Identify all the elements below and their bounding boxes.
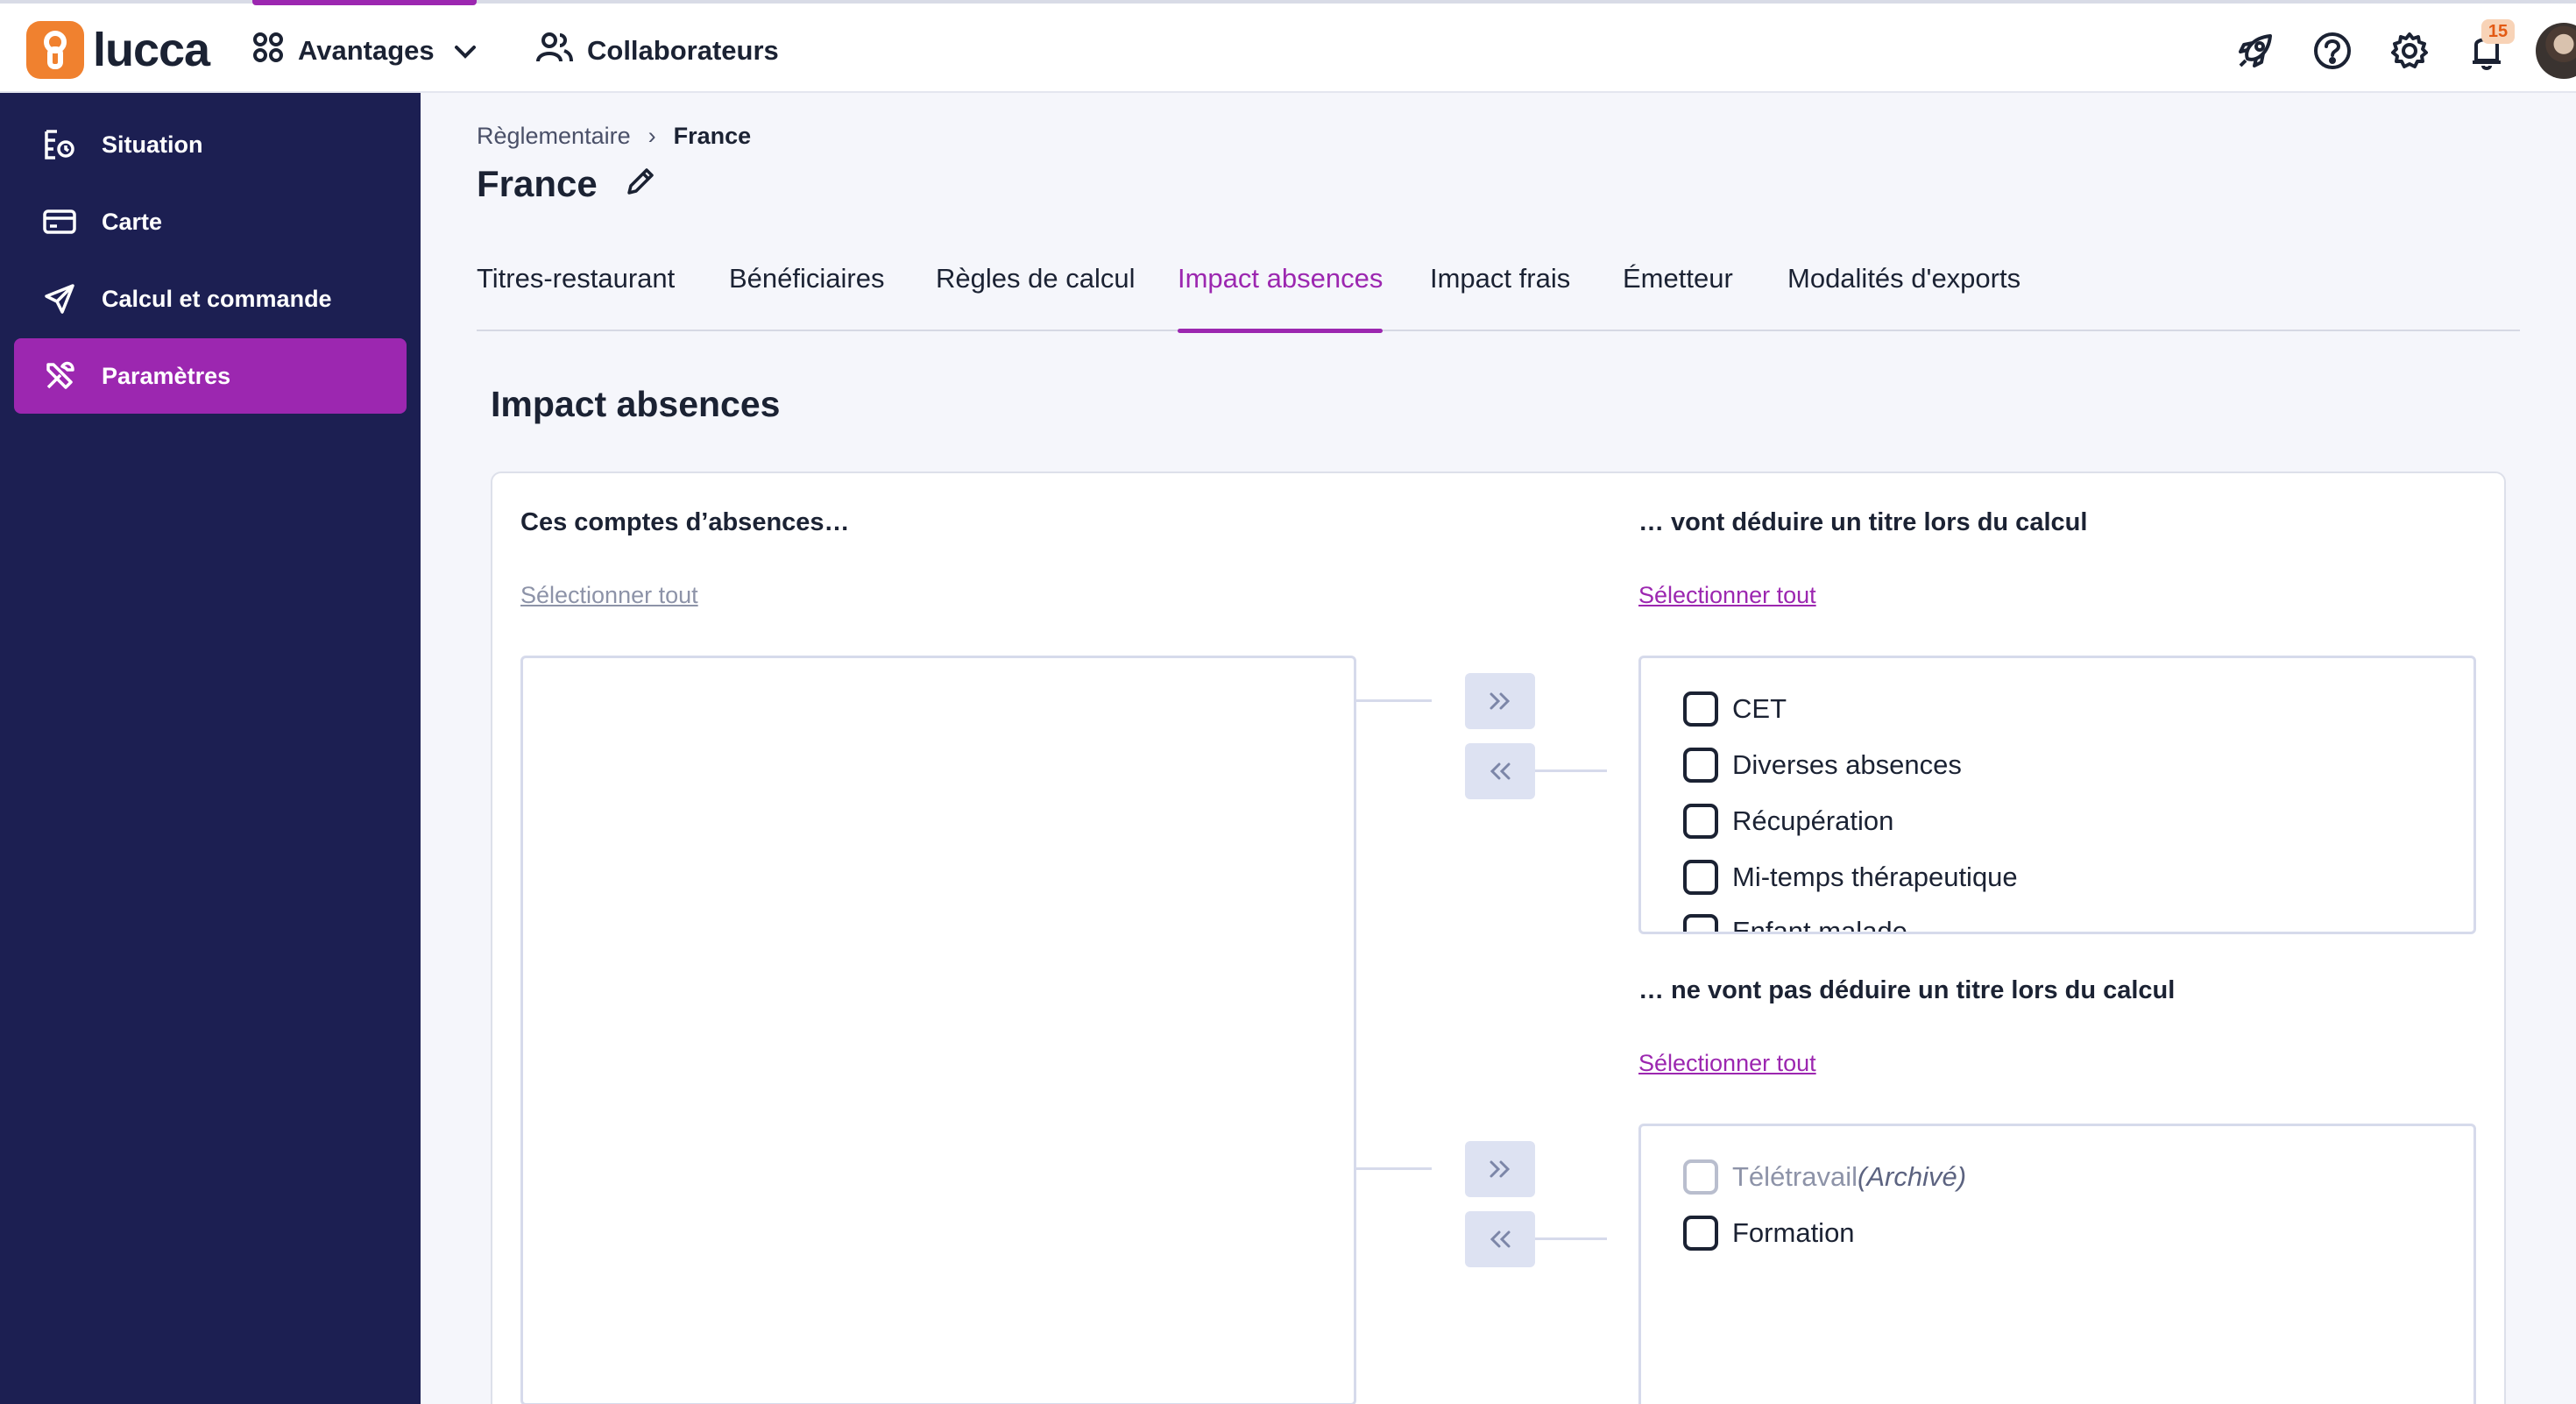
list-item[interactable]: Formation [1683,1214,1855,1252]
apps-grid-icon [252,32,284,70]
gear-icon[interactable] [2381,23,2438,79]
users-icon [536,32,573,70]
archived-tag: (Archivé) [1858,1161,1967,1192]
connector-line [1535,769,1607,772]
chevron-down-icon [454,35,477,67]
move-from-nodeduct-button[interactable] [1465,1211,1535,1267]
page-title-row: France [477,163,655,205]
bell-icon[interactable]: 15 [2459,19,2515,79]
sidebar-item-calcul[interactable]: Calcul et commande [14,261,407,337]
list-item-label: Télétravail [1732,1161,1858,1192]
checkbox[interactable] [1683,860,1718,895]
lucca-logo[interactable]: lucca [26,21,210,79]
tab-impact-absences[interactable]: Impact absences [1178,263,1384,333]
list-item-label: Enfant malade [1732,916,1907,934]
rocket-icon[interactable] [2227,23,2283,79]
breadcrumb-parent[interactable]: Règlementaire [477,123,631,150]
checkbox[interactable] [1683,748,1718,783]
source-accounts-title: Ces comptes d’absences… [520,508,850,536]
lucca-logo-icon [26,21,84,79]
situation-icon [42,127,77,162]
user-avatar[interactable] [2536,23,2576,79]
deduct-accounts-list[interactable]: CET Diverses absences Récupération Mi-te… [1638,656,2476,934]
nav-avantages[interactable]: Avantages [252,0,477,79]
edit-pencil-icon[interactable] [624,167,655,202]
list-item[interactable]: Enfant malade [1683,912,1907,934]
send-icon [42,281,77,316]
nav-collaborateurs-label: Collaborateurs [587,35,779,66]
tools-icon [42,358,77,394]
sidebar-item-label: Situation [102,131,203,158]
list-item[interactable]: Télétravail (Archivé) [1683,1158,1966,1196]
chevrons-right-icon [1490,692,1511,710]
sidebar-item-carte[interactable]: Carte [14,184,407,259]
checkbox[interactable] [1683,914,1718,932]
connector-line [1535,1237,1607,1240]
breadcrumb-current: France [673,123,752,149]
list-item-label: Récupération [1732,805,1894,836]
avatar-image [2536,23,2576,79]
list-item-label: Diverses absences [1732,749,1962,780]
logo-text: lucca [93,24,210,76]
list-item[interactable]: CET [1683,690,1787,728]
move-to-deduct-button[interactable] [1465,673,1535,729]
tab-impact-frais[interactable]: Impact frais [1430,263,1570,331]
card-icon [42,204,77,239]
checkbox[interactable] [1683,804,1718,839]
deduct-select-all-link[interactable]: Sélectionner tout [1638,582,1816,609]
chevrons-left-icon [1490,762,1511,780]
list-item[interactable]: Mi-temps thérapeutique [1683,858,2018,897]
nav-collaborateurs[interactable]: Collaborateurs [536,23,779,79]
checkbox[interactable] [1683,1216,1718,1251]
nodeduct-select-all-link[interactable]: Sélectionner tout [1638,1050,1816,1077]
tab-regles-de-calcul[interactable]: Règles de calcul [936,263,1135,331]
tabs: Titres-restaurant Bénéficiaires Règles d… [477,254,2520,333]
list-item-label: Formation [1732,1217,1855,1248]
list-item-label: CET [1732,693,1787,724]
connector-line [1356,1167,1432,1170]
breadcrumb-separator: › [648,123,656,149]
source-accounts-list[interactable] [520,656,1356,1404]
breadcrumb: Règlementaire › France [477,123,751,150]
sidebar-item-parametres[interactable]: Paramètres [14,338,407,414]
sidebar-item-label: Paramètres [102,362,231,389]
list-item[interactable]: Diverses absences [1683,746,1962,784]
checkbox[interactable] [1683,1159,1718,1195]
top-bar: lucca Avantages Collaborateurs 15 [0,0,2576,93]
tab-emetteur[interactable]: Émetteur [1623,263,1733,331]
list-item-label: Mi-temps thérapeutique [1732,862,2018,892]
checkbox[interactable] [1683,691,1718,727]
section-title: Impact absences [491,384,781,424]
source-select-all-link[interactable]: Sélectionner tout [520,582,698,609]
nav-avantages-label: Avantages [298,35,435,66]
page-title: France [477,163,598,204]
help-icon[interactable] [2304,23,2360,79]
notification-badge: 15 [2481,19,2515,44]
move-to-nodeduct-button[interactable] [1465,1141,1535,1197]
move-from-deduct-button[interactable] [1465,743,1535,799]
nodeduct-accounts-list[interactable]: Télétravail (Archivé) Formation [1638,1124,2476,1404]
deduct-title: … vont déduire un titre lors du calcul [1638,508,2088,536]
sidebar-item-situation[interactable]: Situation [14,107,407,182]
sidebar: Situation Carte Calcul et commande Param… [0,93,421,1404]
tab-modalites-exports[interactable]: Modalités d'exports [1787,263,2020,331]
sidebar-item-label: Carte [102,208,163,235]
tab-titres-restaurant[interactable]: Titres-restaurant [477,263,675,331]
chevrons-right-icon [1490,1160,1511,1178]
tab-beneficiaires[interactable]: Bénéficiaires [729,263,884,331]
sidebar-item-label: Calcul et commande [102,285,332,312]
list-item[interactable]: Récupération [1683,802,1893,840]
chevrons-left-icon [1490,1230,1511,1248]
connector-line [1356,699,1432,702]
absence-impact-card: Ces comptes d’absences… Sélectionner tou… [491,472,2506,1404]
nodeduct-title: … ne vont pas déduire un titre lors du c… [1638,976,2176,1004]
